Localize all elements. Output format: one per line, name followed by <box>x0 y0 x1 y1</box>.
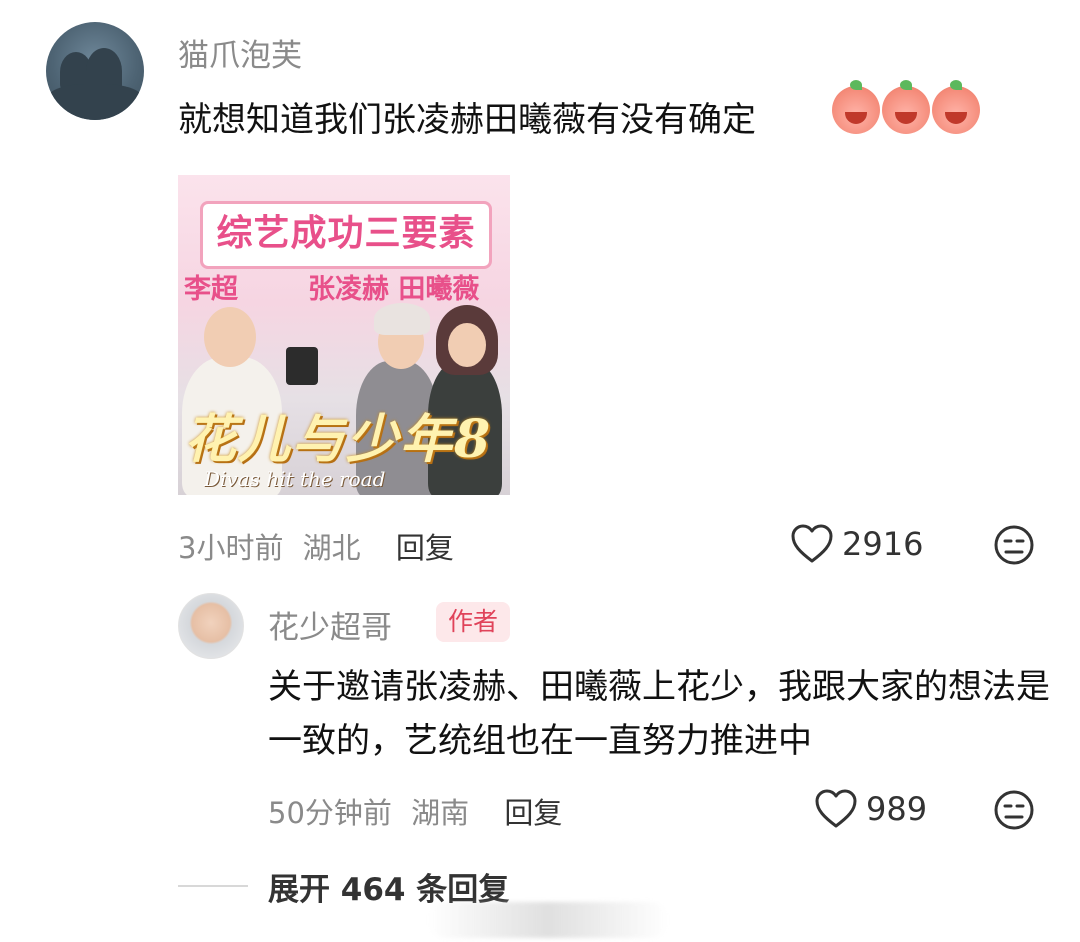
watermark-blur <box>428 902 668 938</box>
image-subtitle: Divas hit the road <box>204 467 386 491</box>
reply-username[interactable]: 花少超哥 <box>268 602 392 647</box>
image-label-right: 张凌赫 田曦薇 <box>308 274 480 305</box>
image-title: 综艺成功三要素 <box>200 201 492 269</box>
reply-text: 关于邀请张凌赫、田曦薇上花少，我跟大家的想法是一致的，艺统组也在一直努力推进中 <box>268 667 1050 761</box>
comment-like-count: 2916 <box>842 525 924 563</box>
person-face <box>448 323 486 367</box>
comment-image[interactable]: 综艺成功三要素 李超 张凌赫 田曦薇 花儿与少年8 Divas hit the … <box>178 175 510 495</box>
reply-avatar[interactable] <box>178 593 244 659</box>
heart-icon <box>815 789 857 828</box>
commenter-avatar[interactable] <box>46 22 144 120</box>
dislike-icon[interactable] <box>993 789 1035 831</box>
reply-location: 湖南 <box>411 796 470 830</box>
emoji-row <box>832 80 980 134</box>
expand-divider <box>178 885 248 887</box>
reply-time: 50分钟前 <box>268 796 392 830</box>
reply-reply-button[interactable]: 回复 <box>504 796 562 830</box>
peach-emoji-icon <box>882 80 930 134</box>
camera-prop <box>286 347 318 385</box>
heart-icon <box>791 524 833 563</box>
commenter-username[interactable]: 猫爪泡芙 <box>178 30 302 75</box>
peach-emoji-icon <box>832 80 880 134</box>
reply-like-count: 989 <box>866 790 928 828</box>
reply-meta: 50分钟前 湖南 回复 <box>268 790 562 832</box>
dislike-icon[interactable] <box>993 524 1035 566</box>
comment-time: 3小时前 <box>178 531 284 565</box>
comment-meta: 3小时前 湖北 回复 <box>178 525 454 567</box>
comment-reply-button[interactable]: 回复 <box>396 531 454 565</box>
person-head <box>204 307 256 367</box>
author-badge: 作者 <box>436 602 511 642</box>
comment-text: 就想知道我们张凌赫田曦薇有没有确定 <box>178 100 756 140</box>
image-label-left: 李超 <box>184 274 238 305</box>
person-hair <box>374 303 430 335</box>
comment-like-button[interactable]: 2916 <box>790 524 923 564</box>
comment-location: 湖北 <box>302 531 361 565</box>
reply-like-button[interactable]: 989 <box>814 789 927 829</box>
peach-emoji-icon <box>932 80 980 134</box>
image-logo: 花儿与少年8 <box>184 409 493 470</box>
